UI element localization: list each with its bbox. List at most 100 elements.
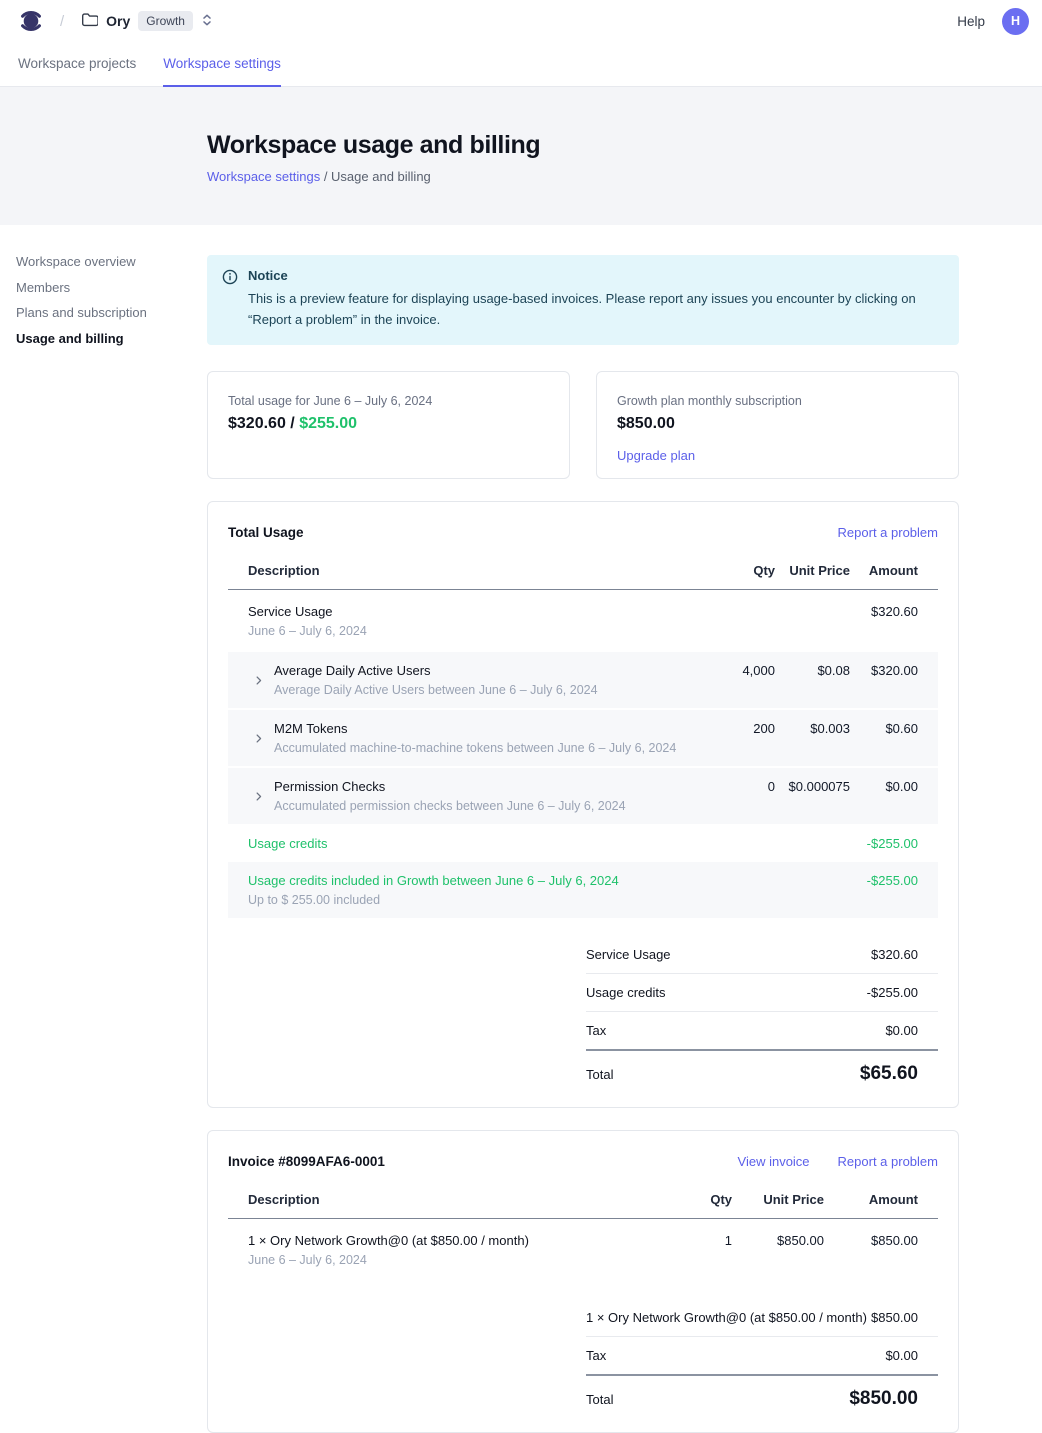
usage-table-header: Description Qty Unit Price Amount	[228, 555, 938, 590]
subscription-amount: $850.00	[617, 415, 938, 433]
col-description: Description	[248, 563, 705, 578]
chevron-right-icon[interactable]	[253, 733, 264, 744]
chevron-right-icon[interactable]	[253, 791, 264, 802]
sidebar-item-plans-and-subscription[interactable]: Plans and subscription	[16, 306, 197, 319]
ory-logo-icon[interactable]	[18, 8, 44, 34]
tab-workspace-settings[interactable]: Workspace settings	[163, 42, 281, 87]
settings-sidebar: Workspace overview Members Plans and sub…	[0, 225, 207, 1433]
row-amount: $320.60	[850, 603, 918, 619]
row-title: Service Usage	[248, 603, 705, 620]
invoice-card: Invoice #8099AFA6-0001 View invoice Repo…	[207, 1130, 959, 1433]
upgrade-plan-link[interactable]: Upgrade plan	[617, 448, 695, 463]
summary-label: Usage credits	[586, 985, 665, 1000]
row-amount: -$255.00	[850, 835, 918, 851]
usage-table-title: Total Usage	[228, 525, 304, 540]
col-qty: Qty	[705, 563, 775, 578]
row-subtitle: Up to $ 255.00 included	[248, 892, 705, 908]
invoice-summary: 1 × Ory Network Growth@0 (at $850.00 / m…	[586, 1299, 938, 1432]
total-usage-table-card: Total Usage Report a problem Description…	[207, 501, 959, 1108]
row-title: Usage credits included in Growth between…	[248, 872, 705, 889]
summary-row-total: Total $850.00	[586, 1376, 938, 1432]
summary-row-plan-line: 1 × Ory Network Growth@0 (at $850.00 / m…	[586, 1299, 938, 1337]
topbar-separator: /	[60, 13, 64, 30]
table-row-usage-credits-included: Usage credits included in Growth between…	[228, 862, 938, 918]
row-subtitle: Accumulated machine-to-machine tokens be…	[274, 740, 676, 756]
sidebar-item-workspace-overview[interactable]: Workspace overview	[16, 255, 197, 268]
total-value: $850.00	[849, 1388, 918, 1410]
info-icon	[222, 269, 238, 330]
row-amount: $0.00	[850, 778, 918, 794]
invoice-row-growth-plan: 1 × Ory Network Growth@0 (at $850.00 / m…	[228, 1219, 938, 1281]
summary-row-usage-credits: Usage credits -$255.00	[586, 974, 938, 1012]
invoice-title: Invoice #8099AFA6-0001	[228, 1154, 385, 1169]
page-title: Workspace usage and billing	[207, 131, 1042, 160]
report-problem-link-invoice[interactable]: Report a problem	[838, 1154, 938, 1169]
sidebar-item-members[interactable]: Members	[16, 281, 197, 294]
col-qty: Qty	[662, 1192, 732, 1207]
row-title: 1 × Ory Network Growth@0 (at $850.00 / m…	[248, 1232, 662, 1249]
row-title: Permission Checks	[274, 778, 626, 795]
row-title: M2M Tokens	[274, 720, 676, 737]
col-amount: Amount	[850, 563, 918, 578]
summary-label: Service Usage	[586, 947, 671, 962]
row-title: Usage credits	[248, 835, 705, 852]
sidebar-item-usage-and-billing[interactable]: Usage and billing	[16, 332, 197, 345]
table-row-m2m-tokens[interactable]: M2M Tokens Accumulated machine-to-machin…	[228, 710, 938, 766]
avatar[interactable]: H	[1002, 8, 1029, 35]
row-unit-price: $0.003	[775, 720, 850, 736]
total-usage-value: $320.60 / $255.00	[228, 415, 549, 433]
report-problem-link-usage[interactable]: Report a problem	[838, 525, 938, 540]
col-unit-price: Unit Price	[732, 1192, 824, 1207]
notice-body: This is a preview feature for displaying…	[248, 288, 940, 330]
subscription-label: Growth plan monthly subscription	[617, 394, 938, 408]
workspace-name: Ory	[106, 13, 130, 29]
row-qty: 200	[705, 720, 775, 736]
summary-value: -$255.00	[867, 985, 918, 1000]
view-invoice-link[interactable]: View invoice	[738, 1154, 810, 1169]
col-unit-price: Unit Price	[775, 563, 850, 578]
tab-workspace-projects[interactable]: Workspace projects	[18, 42, 136, 87]
plan-badge: Growth	[138, 11, 193, 31]
page-header: Workspace usage and billing Workspace se…	[0, 87, 1042, 225]
row-subtitle: Accumulated permission checks between Ju…	[274, 798, 626, 814]
row-qty: 1	[662, 1232, 732, 1248]
workspace-switcher[interactable]: Ory Growth	[81, 11, 213, 31]
folder-icon	[81, 12, 98, 30]
summary-label: 1 × Ory Network Growth@0 (at $850.00 / m…	[586, 1310, 867, 1325]
content-area: Notice This is a preview feature for dis…	[207, 225, 959, 1433]
table-row-usage-credits: Usage credits -$255.00	[228, 826, 938, 862]
breadcrumb-separator: /	[320, 169, 331, 184]
col-amount: Amount	[824, 1192, 918, 1207]
row-unit-price: $850.00	[732, 1232, 824, 1248]
breadcrumb: Workspace settings / Usage and billing	[207, 169, 1042, 184]
summary-row-tax: Tax $0.00	[586, 1337, 938, 1376]
usage-separator: /	[286, 415, 299, 432]
summary-row-total: Total $65.60	[586, 1051, 938, 1107]
workspace-tabbar: Workspace projects Workspace settings	[0, 42, 1042, 87]
summary-label: Tax	[586, 1023, 606, 1038]
row-unit-price: $0.08	[775, 662, 850, 678]
help-link[interactable]: Help	[957, 14, 985, 29]
table-row-permission-checks[interactable]: Permission Checks Accumulated permission…	[228, 768, 938, 824]
breadcrumb-current: Usage and billing	[331, 169, 431, 184]
usage-amount: $320.60	[228, 415, 286, 432]
row-unit-price: $0.000075	[775, 778, 850, 794]
summary-row-service-usage: Service Usage $320.60	[586, 936, 938, 974]
topbar: / Ory Growth Help H	[0, 0, 1042, 42]
row-amount: $0.60	[850, 720, 918, 736]
row-subtitle: Average Daily Active Users between June …	[274, 682, 598, 698]
total-label: Total	[586, 1392, 613, 1407]
summary-value: $850.00	[871, 1310, 918, 1325]
notice-title: Notice	[248, 268, 940, 283]
total-usage-card: Total usage for June 6 – July 6, 2024 $3…	[207, 371, 570, 479]
breadcrumb-link-workspace-settings[interactable]: Workspace settings	[207, 169, 320, 184]
row-title: Average Daily Active Users	[274, 662, 598, 679]
total-value: $65.60	[860, 1063, 918, 1085]
row-subtitle: June 6 – July 6, 2024	[248, 1252, 662, 1268]
notice-banner: Notice This is a preview feature for dis…	[207, 255, 959, 345]
chevron-updown-icon	[201, 13, 213, 30]
table-row-average-daily-active-users[interactable]: Average Daily Active Users Average Daily…	[228, 652, 938, 708]
row-amount: $320.00	[850, 662, 918, 678]
chevron-right-icon[interactable]	[253, 675, 264, 686]
usage-credits-amount: $255.00	[299, 415, 357, 432]
